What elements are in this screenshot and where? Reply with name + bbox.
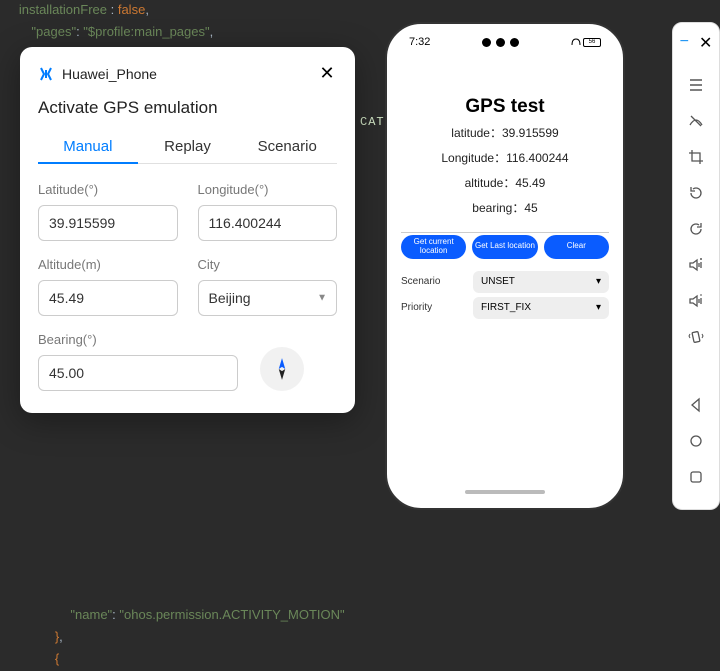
longitude-input[interactable] — [198, 205, 338, 241]
altitude-display: altitude：45.49 — [465, 174, 546, 191]
close-icon[interactable]: ✕ — [699, 33, 712, 53]
city-select[interactable] — [198, 280, 338, 316]
tabs: Manual Replay Scenario — [38, 130, 337, 164]
volume-up-icon[interactable] — [686, 251, 706, 279]
latitude-label: Latitude(°) — [38, 182, 178, 197]
priority-select[interactable]: FIRST_FIX ▾ — [473, 297, 609, 319]
home-icon[interactable] — [686, 427, 706, 455]
dialog-heading: Activate GPS emulation — [38, 98, 337, 118]
altitude-input[interactable] — [38, 280, 178, 316]
emulator-toolbar: − ✕ — [672, 22, 720, 510]
home-indicator — [465, 490, 545, 494]
no-signal-icon[interactable] — [686, 107, 706, 135]
volume-down-icon[interactable] — [686, 287, 706, 315]
get-last-button[interactable]: Get Last location — [472, 235, 537, 259]
phone-emulator: 7:32 56 GPS test latitude：39.915599 Long… — [385, 22, 625, 510]
rotate-right-icon[interactable] — [686, 215, 706, 243]
camera-cutout — [482, 38, 519, 47]
divider — [401, 232, 609, 233]
close-icon[interactable]: ✕ — [317, 63, 337, 84]
tab-manual[interactable]: Manual — [38, 130, 138, 163]
longitude-display: Longitude：116.400244 — [441, 149, 568, 166]
crop-icon[interactable] — [686, 143, 706, 171]
shake-icon[interactable] — [686, 323, 706, 351]
city-label: City — [198, 257, 338, 272]
bearing-input[interactable] — [38, 355, 238, 391]
clear-button[interactable]: Clear — [544, 235, 609, 259]
get-current-button[interactable]: Get current location — [401, 235, 466, 259]
gps-emulation-dialog: Huawei_Phone ✕ Activate GPS emulation Ma… — [20, 47, 355, 413]
scenario-label: Scenario — [401, 276, 473, 287]
latitude-display: latitude：39.915599 — [451, 124, 558, 141]
scenario-select[interactable]: UNSET ▾ — [473, 271, 609, 293]
compass-icon[interactable] — [260, 347, 304, 391]
status-bar: 7:32 56 — [387, 34, 623, 50]
latitude-input[interactable] — [38, 205, 178, 241]
chevron-down-icon: ▾ — [596, 302, 601, 313]
tab-scenario[interactable]: Scenario — [237, 130, 337, 163]
altitude-label: Altitude(m) — [38, 257, 178, 272]
app-title: GPS test — [465, 96, 544, 118]
status-time: 7:32 — [409, 36, 430, 48]
menu-icon[interactable] — [686, 71, 706, 99]
minimize-icon[interactable]: − — [680, 33, 689, 53]
priority-label: Priority — [401, 302, 473, 313]
battery-icon: 56 — [571, 38, 601, 47]
device-name: Huawei_Phone — [62, 66, 157, 82]
bearing-label: Bearing(°) — [38, 332, 238, 347]
dialog-header: Huawei_Phone ✕ — [38, 63, 337, 84]
chevron-down-icon: ▾ — [596, 276, 601, 287]
recent-icon[interactable] — [686, 463, 706, 491]
tab-replay[interactable]: Replay — [138, 130, 238, 163]
rotate-left-icon[interactable] — [686, 179, 706, 207]
longitude-label: Longitude(°) — [198, 182, 338, 197]
bearing-display: bearing：45 — [472, 199, 537, 216]
device-logo-icon — [38, 66, 54, 82]
back-icon[interactable] — [686, 391, 706, 419]
